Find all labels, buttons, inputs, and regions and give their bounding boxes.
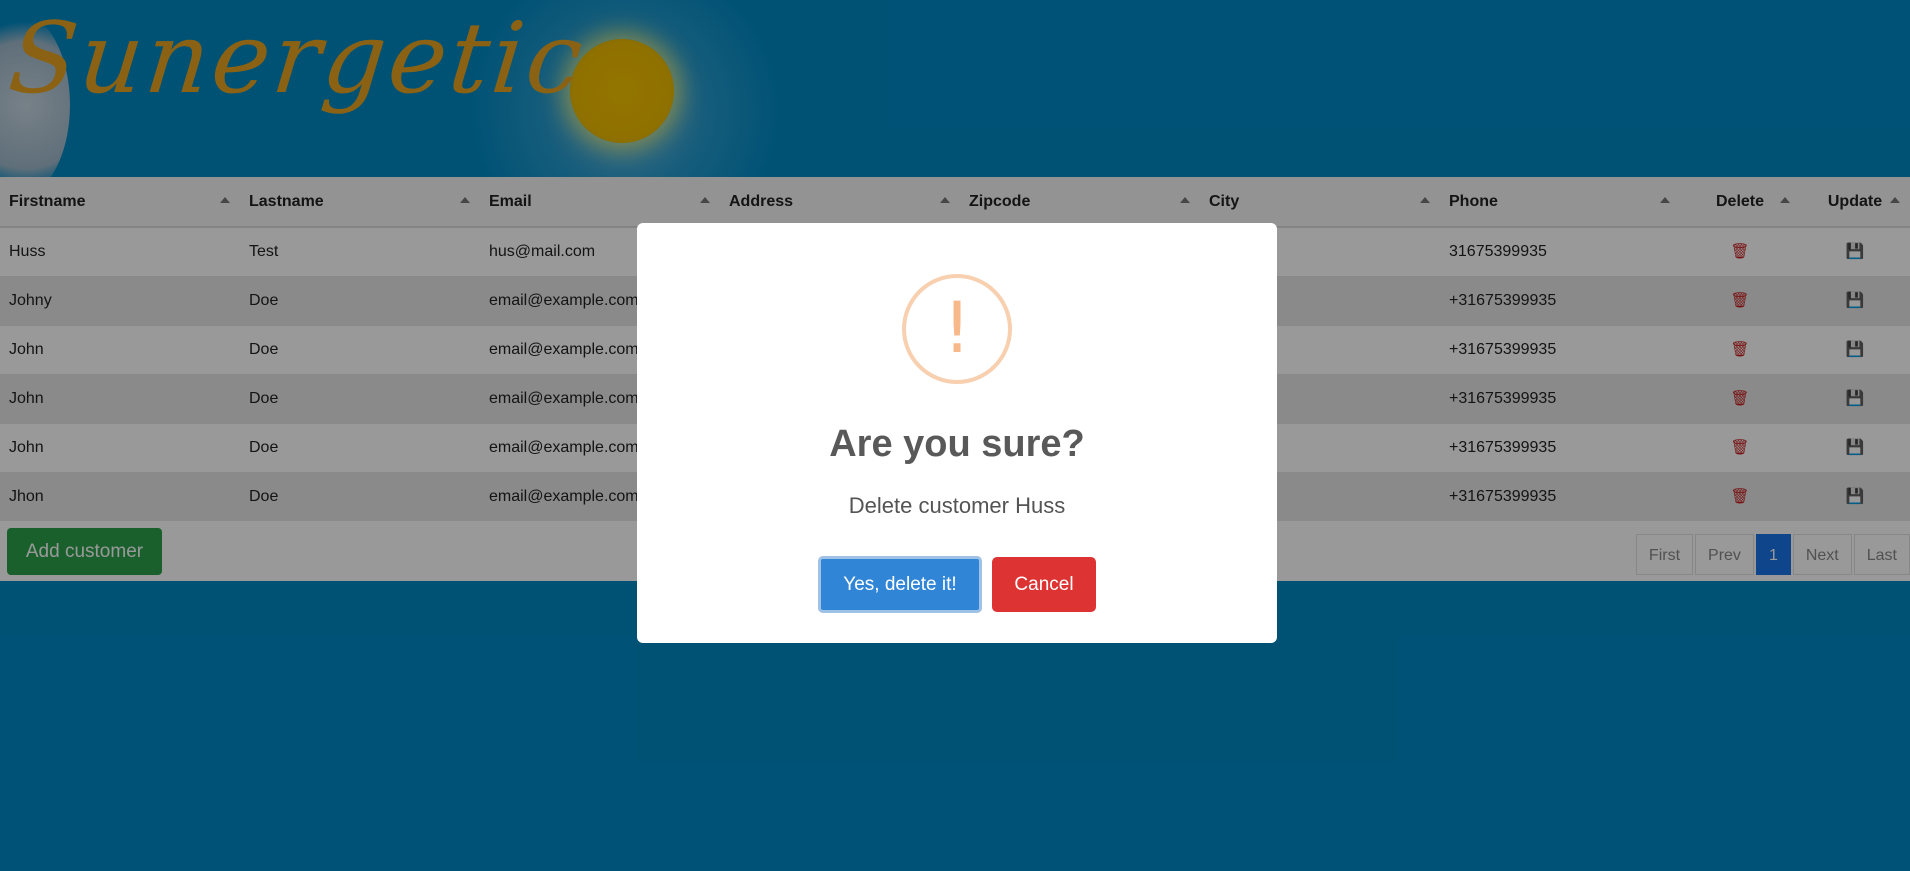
cancel-button[interactable]: Cancel	[992, 557, 1096, 612]
dialog-message: Delete customer Huss	[848, 493, 1066, 518]
confirm-delete-button[interactable]: Yes, delete it!	[818, 556, 982, 613]
confirm-delete-dialog: ! Are you sure? Delete customer Huss Yes…	[637, 223, 1277, 643]
dialog-title: Are you sure?	[829, 423, 1085, 465]
warning-icon: !	[902, 274, 1012, 384]
warning-icon-glyph: !	[942, 287, 972, 369]
